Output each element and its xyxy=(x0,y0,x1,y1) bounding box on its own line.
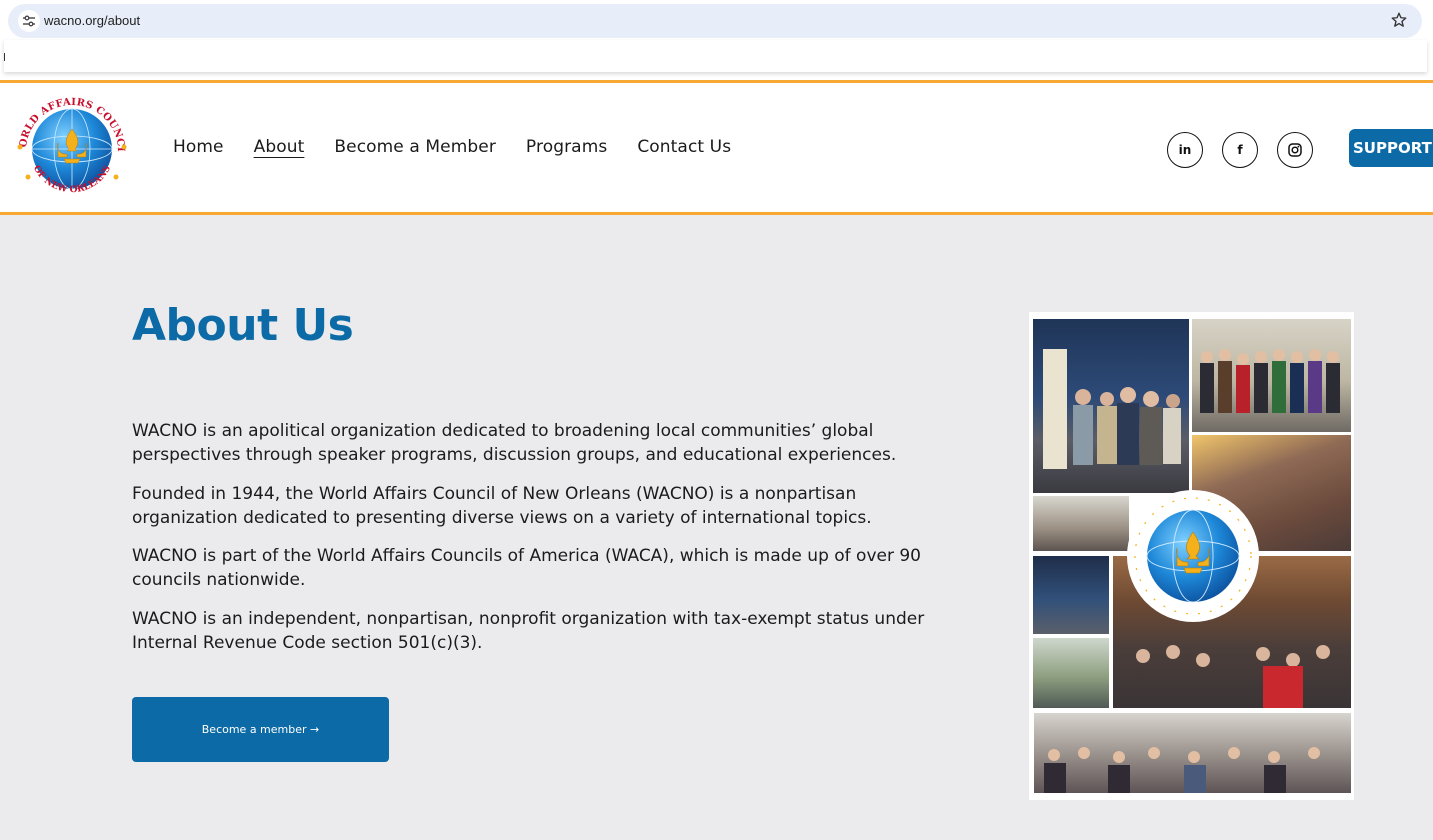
nav-become-a-member[interactable]: Become a Member xyxy=(334,137,496,157)
wacno-logo[interactable]: WORLD AFFAIRS COUNCIL OF NEW ORLEANS xyxy=(12,91,132,207)
collage-center-logo xyxy=(1127,490,1259,622)
about-paragraph-3: WACNO is part of the World Affairs Counc… xyxy=(132,546,921,590)
instagram-glyph xyxy=(1288,143,1302,157)
main-nav: Home About Become a Member Programs Cont… xyxy=(173,137,731,157)
nav-home[interactable]: Home xyxy=(173,137,224,157)
linkedin-glyph: in xyxy=(1178,143,1192,157)
support-button[interactable]: SUPPORT C xyxy=(1349,129,1433,167)
facebook-glyph: f xyxy=(1237,143,1243,157)
omnibox-dropdown xyxy=(4,40,1427,72)
nav-programs[interactable]: Programs xyxy=(526,137,607,157)
page-title: About Us xyxy=(132,300,354,351)
linkedin-icon[interactable]: in xyxy=(1167,132,1203,168)
site-settings-icon[interactable] xyxy=(18,10,40,32)
nav-about[interactable]: About xyxy=(254,137,305,157)
collage-photo-group-portrait xyxy=(1033,319,1189,493)
become-member-button[interactable]: Become a member → xyxy=(132,697,389,762)
collage-photo-meeting-room xyxy=(1033,496,1129,551)
address-bar[interactable]: wacno.org/about xyxy=(8,4,1422,38)
site-header: WORLD AFFAIRS COUNCIL OF NEW ORLEANS Hom… xyxy=(0,80,1433,215)
about-paragraph-1: WACNO is an apolitical organization dedi… xyxy=(132,421,897,465)
collage-photo-group-indoor xyxy=(1192,319,1351,432)
photo-collage xyxy=(1029,312,1354,800)
about-paragraph-2: Founded in 1944, the World Affairs Counc… xyxy=(132,484,872,528)
cursor-mark xyxy=(4,53,5,61)
collage-photo-panel xyxy=(1033,638,1109,708)
collage-photo-speaker-stage xyxy=(1033,556,1109,634)
browser-chrome: wacno.org/about xyxy=(0,0,1433,80)
instagram-icon[interactable] xyxy=(1277,132,1313,168)
nav-contact-us[interactable]: Contact Us xyxy=(637,137,731,157)
facebook-icon[interactable]: f xyxy=(1222,132,1258,168)
bookmark-star-icon[interactable] xyxy=(1390,11,1408,29)
about-paragraph-4: WACNO is an independent, nonpartisan, no… xyxy=(132,609,925,653)
collage-photo-classroom xyxy=(1034,713,1351,793)
url-text[interactable]: wacno.org/about xyxy=(44,13,140,28)
